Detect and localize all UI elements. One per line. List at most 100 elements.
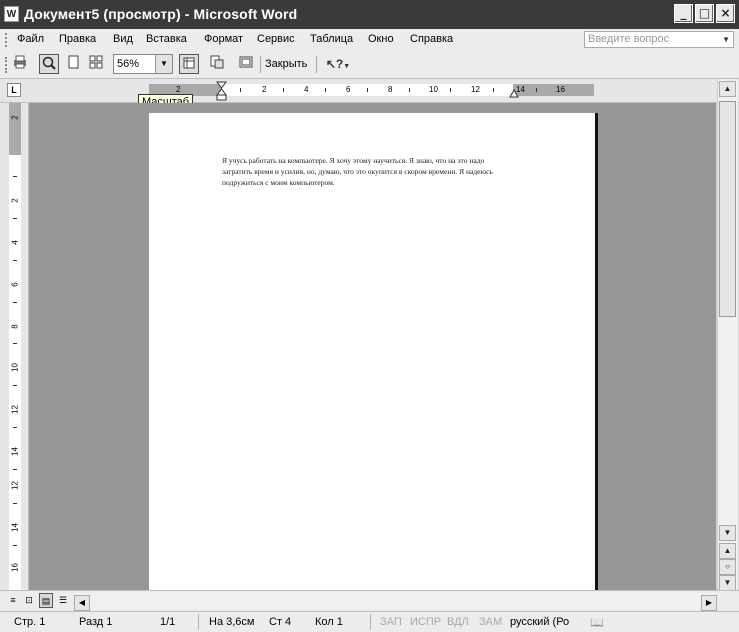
zoom-value: 56%	[117, 58, 140, 70]
menu-insert[interactable]: Вставка	[146, 33, 187, 45]
close-preview-button[interactable]: Закрыть	[265, 55, 307, 73]
print-button[interactable]	[10, 54, 30, 74]
multiple-pages-icon	[89, 55, 103, 69]
word-app-icon[interactable]: W	[4, 6, 19, 22]
indent-marker-icon[interactable]	[216, 81, 227, 101]
help-search-input[interactable]: Введите вопрос ▼	[584, 31, 734, 48]
view-ruler-button[interactable]	[179, 54, 199, 74]
maximize-button[interactable]: □	[695, 4, 714, 23]
status-track-changes[interactable]: ИСПР	[410, 616, 441, 628]
ruler-right-margin	[513, 84, 594, 96]
multiple-pages-button[interactable]	[86, 54, 106, 74]
select-browse-object-button[interactable]: ○	[719, 559, 736, 575]
status-rec[interactable]: ЗАП	[380, 616, 402, 628]
ruler-tick	[536, 88, 537, 92]
ruler-tick	[13, 302, 17, 303]
preview-toolbar: 56% ▼ Закрыть ↖?▼	[0, 51, 739, 79]
status-separator	[370, 614, 371, 630]
ruler-number: 14	[10, 523, 20, 532]
ruler-tick	[13, 469, 17, 470]
ruler-tick	[13, 260, 17, 261]
status-overtype[interactable]: ЗАМ	[479, 616, 502, 628]
status-position: На 3,6см	[209, 616, 255, 628]
help-search-placeholder: Введите вопрос	[588, 33, 670, 45]
ruler-number: 8	[10, 324, 20, 329]
scroll-thumb[interactable]	[719, 101, 736, 317]
context-help-button[interactable]: ↖?▼	[322, 54, 354, 74]
menu-file[interactable]: Файл	[17, 33, 44, 45]
tab-selector-button[interactable]: L	[7, 83, 21, 97]
document-text[interactable]: Я учусь работать на компьютере. Я хочу э…	[222, 155, 516, 188]
vertical-ruler[interactable]: 2 2 4 6 8 10 12 14 12 14 16	[0, 103, 29, 590]
status-line: Ст 4	[269, 616, 292, 628]
status-pages: 1/1	[160, 616, 176, 628]
menu-grip[interactable]	[5, 33, 10, 47]
magnifier-icon	[42, 56, 56, 70]
ruler-tick	[493, 88, 494, 92]
ruler-number: 12	[471, 85, 480, 94]
shrink-to-fit-icon	[210, 55, 224, 69]
next-page-button[interactable]: ▼	[719, 575, 736, 591]
vertical-ruler-top-margin	[9, 103, 21, 155]
menu-window[interactable]: Окно	[368, 33, 394, 45]
ruler-tick	[409, 88, 410, 92]
shrink-to-fit-button[interactable]	[207, 54, 227, 74]
ruler-page-icon	[183, 57, 195, 69]
normal-view-button[interactable]: ≡	[6, 593, 20, 608]
chevron-down-icon[interactable]: ▼	[155, 55, 172, 73]
help-pointer-icon: ↖?	[325, 57, 344, 71]
status-language: русский (Ро	[510, 616, 570, 628]
horizontal-scroll-row: ≡ ⊡ ▤ ☰ ◀ ▶	[0, 590, 739, 611]
outline-view-button[interactable]: ☰	[56, 593, 70, 608]
magnifier-button[interactable]	[39, 54, 59, 74]
one-page-button[interactable]	[63, 54, 83, 74]
horizontal-ruler[interactable]: L 2 2 4 6 8 10 12 14 16	[0, 79, 739, 103]
scroll-left-button[interactable]: ◀	[74, 595, 90, 611]
spelling-status-icon[interactable]: 📖	[590, 616, 604, 629]
close-window-button[interactable]: ×	[716, 4, 735, 23]
menu-view[interactable]: Вид	[113, 33, 133, 45]
ruler-number: 2	[10, 115, 20, 120]
full-screen-icon	[239, 56, 253, 68]
ruler-tick	[283, 88, 284, 92]
menu-tools[interactable]: Сервис	[257, 33, 295, 45]
menu-table[interactable]: Таблица	[310, 33, 353, 45]
document-page[interactable]: Я учусь работать на компьютере. Я хочу э…	[149, 113, 595, 590]
zoom-select[interactable]: 56% ▼	[113, 54, 173, 74]
printer-icon	[14, 55, 26, 69]
status-bar: Стр. 1 Разд 1 1/1 На 3,6см Ст 4 Кол 1 ЗА…	[0, 611, 739, 632]
scroll-up-button[interactable]: ▲	[719, 81, 736, 97]
vertical-scrollbar[interactable]: ▲ ▼ ▲ ○ ▼	[717, 79, 738, 591]
print-layout-button[interactable]: ▤	[39, 593, 53, 608]
chevron-down-icon[interactable]: ▼	[722, 32, 730, 47]
right-indent-marker-icon[interactable]	[509, 87, 519, 98]
menu-help[interactable]: Справка	[410, 33, 453, 45]
ruler-tick	[13, 503, 17, 504]
ruler-number: 10	[429, 85, 438, 94]
ruler-tick	[13, 545, 17, 546]
ruler-tick	[450, 88, 451, 92]
ruler-number: 6	[10, 282, 20, 287]
full-screen-button[interactable]	[236, 54, 256, 74]
menu-format[interactable]: Формат	[204, 33, 243, 45]
ruler-number: 4	[10, 240, 20, 245]
ruler-tick	[325, 88, 326, 92]
menu-edit[interactable]: Правка	[59, 33, 96, 45]
minimize-button[interactable]: _	[674, 4, 693, 23]
previous-page-button[interactable]: ▲	[719, 543, 736, 559]
horizontal-scrollbar[interactable]: ◀ ▶	[74, 593, 717, 611]
document-area[interactable]: Я учусь работать на компьютере. Я хочу э…	[29, 103, 716, 590]
status-extend[interactable]: ВДЛ	[447, 616, 469, 628]
status-column: Кол 1	[315, 616, 343, 628]
ruler-tick	[13, 343, 17, 344]
window-title: Документ5 (просмотр) - Microsoft Word	[24, 6, 298, 22]
ruler-number: 14	[10, 447, 20, 456]
ruler-number: 8	[388, 85, 393, 94]
scroll-right-button[interactable]: ▶	[701, 595, 717, 611]
ruler-number: 12	[10, 481, 20, 490]
web-layout-button[interactable]: ⊡	[22, 593, 36, 608]
ruler-number: 10	[10, 363, 20, 372]
status-separator	[198, 614, 199, 630]
scroll-down-button[interactable]: ▼	[719, 525, 736, 541]
ruler-number: 4	[304, 85, 309, 94]
